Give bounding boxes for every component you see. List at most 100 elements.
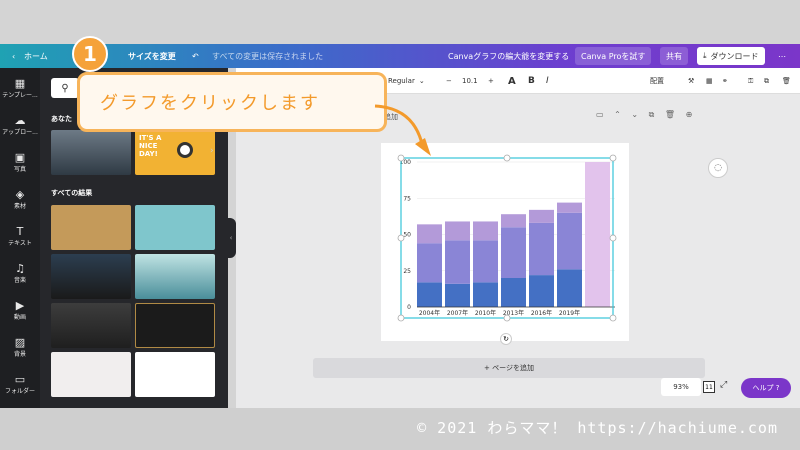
fullscreen-icon[interactable]: ⤢ [720, 380, 727, 390]
bar-segment [445, 283, 470, 307]
chevron-down-icon[interactable]: ⌄ [631, 110, 638, 119]
sidebar-item[interactable]: ☁ アップロー... [0, 115, 40, 137]
paint-format-icon[interactable]: ⚒ [688, 68, 694, 94]
sidebar-item-label: アップロー... [2, 129, 38, 136]
document-title[interactable]: Canvaグラフの編大爺を変更する [448, 44, 569, 68]
instruction-callout: グラフをクリックします [77, 72, 387, 132]
all-results-title: すべての結果 [51, 189, 93, 197]
y-tick-label: 50 [403, 232, 411, 239]
x-tick-label: 2019年 [559, 309, 580, 317]
scroll-right-icon[interactable]: › [210, 146, 214, 156]
resize-handle [609, 154, 617, 162]
zoom-level[interactable]: 93% [661, 378, 701, 396]
page-count[interactable]: 11 [703, 381, 715, 393]
arrange-button[interactable]: 配置 [650, 68, 664, 94]
search-box[interactable]: ⚲ [51, 78, 79, 98]
font-size-increase[interactable]: + [488, 68, 494, 94]
canva-pro-button[interactable]: Canva Proを試す [575, 47, 652, 65]
bar-segment [445, 240, 470, 284]
template-thumb[interactable] [135, 205, 215, 250]
bar-segment [557, 269, 582, 307]
template-thumb[interactable]: IT'S A NICE DAY! [135, 130, 215, 175]
home-link[interactable]: ホーム [24, 44, 48, 68]
font-size-decrease[interactable]: − [446, 68, 452, 94]
back-chevron-icon[interactable]: ‹ [12, 44, 15, 68]
share-button[interactable]: 共有 [660, 47, 688, 65]
rotate-icon[interactable]: ↻ [500, 333, 512, 345]
add-page-button[interactable]: + ページを追加 [313, 358, 705, 378]
recent-title: あなた [51, 115, 72, 123]
bar-segment [417, 224, 442, 244]
sidebar-item[interactable]: ▶ 動画 [0, 299, 40, 322]
sidebar-item[interactable]: ▣ 写真 [0, 151, 40, 174]
sidebar-item-label: フォルダー [4, 388, 35, 395]
sidebar-item-label: テンプレー... [2, 92, 38, 99]
photo-icon: ▣ [14, 151, 26, 164]
italic-button[interactable]: I [546, 68, 549, 94]
copy-page-icon[interactable]: ⧉ [649, 110, 655, 119]
undo-icon[interactable]: ↶ [192, 44, 199, 68]
bar-segment [417, 282, 442, 307]
template-thumb[interactable] [51, 352, 131, 397]
resize-handle [397, 314, 405, 322]
sidebar-item[interactable]: ◈ 素材 [0, 189, 40, 211]
font-family-select[interactable]: Regular ⌄ [388, 68, 436, 94]
font-family-value: Regular [388, 77, 415, 85]
text-icon: T [16, 225, 24, 238]
more-icon[interactable]: ⋯ [778, 44, 786, 68]
bar-segment [473, 221, 498, 241]
bar-segment [445, 221, 470, 241]
x-tick-label: 2004年 [419, 309, 440, 317]
template-thumb[interactable] [51, 254, 131, 299]
template-thumb[interactable] [51, 130, 131, 175]
bold-button[interactable]: B [528, 68, 535, 94]
sidebar-item[interactable]: ♫ 音楽 [0, 263, 40, 285]
help-button[interactable]: ヘルプ ? [741, 378, 791, 398]
font-size-input[interactable]: 10.1 [462, 68, 478, 94]
bar-segment [501, 214, 526, 228]
y-tick-label: 25 [403, 268, 411, 275]
comment-icon[interactable]: ◌ [708, 158, 728, 178]
collapse-panel-handle[interactable]: ‹ [226, 218, 236, 258]
delete-page-icon[interactable]: 🗑 [665, 110, 675, 119]
duplicate-icon[interactable]: ⧉ [764, 68, 769, 94]
bar-segment [529, 275, 554, 307]
template-thumb[interactable] [51, 205, 131, 250]
chart[interactable]: 02550751002004年 2007年 2010年 2013年 2016年 2019年 [381, 143, 629, 341]
lock-icon[interactable]: ⚿ [748, 68, 753, 94]
x-tick-label: 2007年 [447, 309, 468, 317]
sidebar-item[interactable]: ▨ 背景 [0, 337, 40, 359]
sidebar-item-label: 素材 [13, 203, 26, 210]
callout-arrow-icon [374, 104, 431, 156]
template-thumb[interactable] [135, 254, 215, 299]
template-thumb[interactable] [51, 303, 131, 348]
transparency-icon[interactable]: ▦ [706, 68, 713, 94]
resize-handle [609, 234, 617, 242]
page-actions: ▭ ⌃ ⌄ ⧉ 🗑 ⊕ [596, 110, 692, 120]
sidebar-item[interactable]: T テキスト [0, 225, 40, 248]
step-badge: 1 [72, 36, 108, 72]
note-icon[interactable]: ▭ [596, 110, 604, 119]
save-status: すべての変更は保存されました [212, 51, 324, 61]
folder-icon: ▭ [14, 373, 26, 386]
download-button[interactable]: ⤓ ダウンロード [697, 47, 765, 65]
resize-button[interactable]: サイズを変更 [128, 44, 176, 68]
y-tick-label: 75 [403, 195, 411, 202]
sidebar-item[interactable]: ▭ フォルダー [0, 373, 40, 396]
text-color-button[interactable]: A [508, 68, 516, 94]
y-tick-label: 0 [407, 304, 411, 311]
add-page-icon[interactable]: ⊕ [686, 110, 693, 119]
chevron-up-icon[interactable]: ⌃ [614, 110, 621, 119]
video-icon: ▶ [15, 299, 25, 312]
sidebar-item-label: 写真 [13, 166, 26, 173]
sidebar-item[interactable]: ▦ テンプレー... [0, 78, 40, 100]
bar-segment [417, 243, 442, 283]
bar-segment [557, 212, 582, 270]
template-thumb[interactable] [135, 303, 215, 348]
resize-handle [503, 314, 511, 322]
bar-segment [557, 202, 582, 213]
callout-text: グラフをクリックします [100, 93, 320, 114]
delete-icon[interactable]: 🗑 [782, 68, 791, 94]
link-icon[interactable]: ⚭ [722, 68, 728, 94]
template-thumb[interactable] [135, 352, 215, 397]
